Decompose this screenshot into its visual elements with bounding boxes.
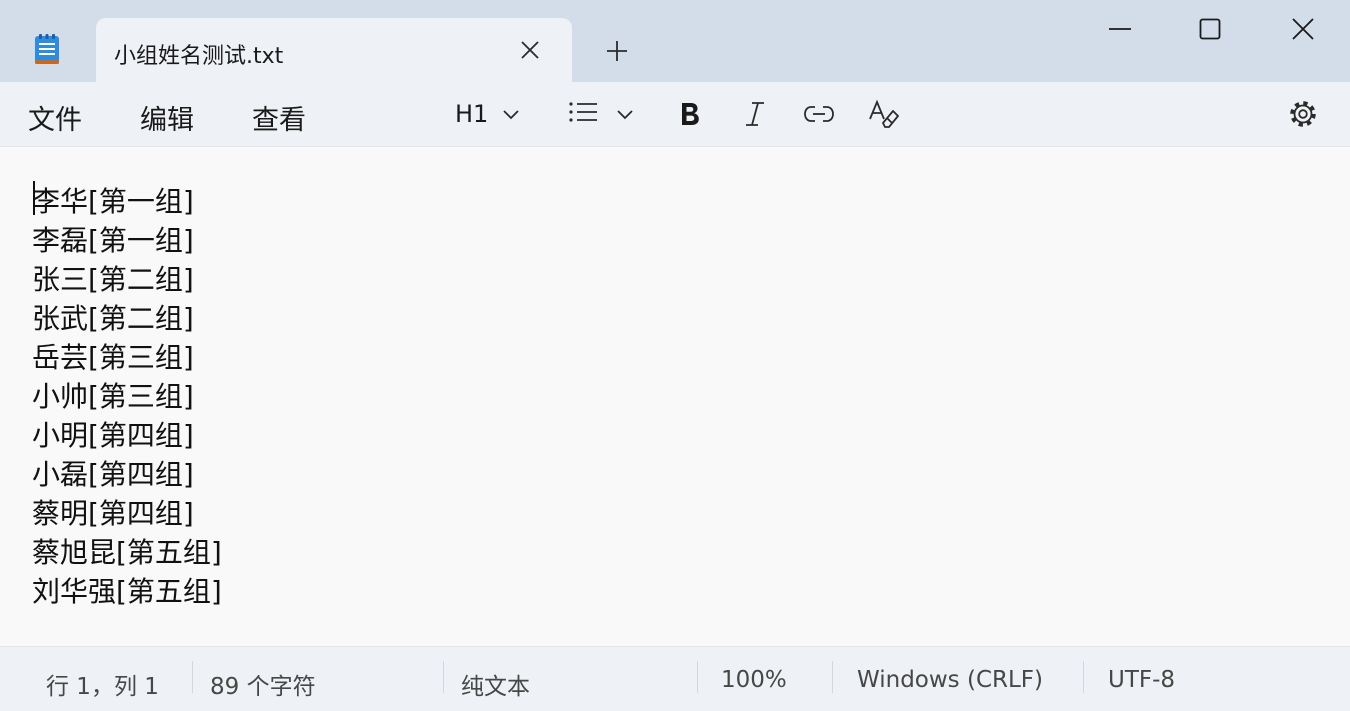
text-line: 蔡旭昆[第五组] bbox=[32, 536, 222, 569]
encoding[interactable]: UTF-8 bbox=[1108, 667, 1175, 693]
status-divider bbox=[192, 661, 193, 693]
menu-edit[interactable]: 编辑 bbox=[140, 98, 194, 137]
document-tab[interactable]: 小组姓名测试.txt bbox=[96, 18, 572, 82]
text-line: 岳芸[第三组] bbox=[32, 341, 194, 374]
bold-icon[interactable] bbox=[678, 96, 702, 132]
status-divider bbox=[832, 661, 833, 693]
document-content[interactable]: 李华[第一组] 李磊[第一组] 张三[第二组] 张武[第二组] 岳芸[第三组] … bbox=[32, 182, 222, 611]
text-line: 小磊[第四组] bbox=[32, 458, 194, 491]
clear-formatting-icon[interactable] bbox=[868, 96, 900, 132]
chevron-down-icon bbox=[616, 105, 634, 124]
menu-file[interactable]: 文件 bbox=[28, 98, 82, 137]
heading-label: H1 bbox=[455, 100, 489, 128]
zoom-level[interactable]: 100% bbox=[721, 667, 787, 693]
text-line: 李磊[第一组] bbox=[32, 224, 194, 257]
close-icon[interactable] bbox=[1283, 14, 1323, 44]
text-editor[interactable]: 李华[第一组] 李磊[第一组] 张三[第二组] 张武[第二组] 岳芸[第三组] … bbox=[0, 147, 1350, 645]
text-line: 张武[第二组] bbox=[32, 302, 194, 335]
italic-icon[interactable] bbox=[742, 96, 768, 132]
notepad-icon bbox=[34, 33, 60, 65]
tab-title: 小组姓名测试.txt bbox=[114, 44, 284, 69]
minimize-icon[interactable] bbox=[1100, 14, 1140, 44]
heading-dropdown[interactable]: H1 bbox=[455, 96, 520, 132]
file-format[interactable]: 纯文本 bbox=[461, 667, 530, 701]
text-line: 李华[第一组] bbox=[32, 185, 194, 218]
link-icon[interactable] bbox=[803, 96, 835, 132]
character-count: 89 个字符 bbox=[210, 674, 316, 700]
menu-view[interactable]: 查看 bbox=[252, 98, 306, 137]
status-divider bbox=[1083, 661, 1084, 693]
gear-icon[interactable] bbox=[1288, 96, 1318, 132]
chevron-down-icon bbox=[502, 105, 520, 124]
title-bar: 小组姓名测试.txt bbox=[0, 0, 1350, 82]
text-line: 小帅[第三组] bbox=[32, 380, 194, 413]
cursor-position: 行 1，列 1 bbox=[46, 674, 159, 700]
bulleted-list-icon bbox=[568, 100, 598, 128]
maximize-icon[interactable] bbox=[1190, 14, 1230, 44]
close-icon[interactable] bbox=[518, 38, 542, 62]
text-line: 小明[第四组] bbox=[32, 419, 194, 452]
text-line: 刘华强[第五组] bbox=[32, 575, 222, 608]
text-line: 张三[第二组] bbox=[32, 263, 194, 296]
status-bar: 行 1，列 1 89 个字符 纯文本 100% Windows (CRLF) U… bbox=[0, 646, 1350, 711]
status-divider bbox=[443, 661, 444, 693]
list-dropdown[interactable] bbox=[568, 96, 634, 132]
text-line: 蔡明[第四组] bbox=[32, 497, 194, 530]
line-ending[interactable]: Windows (CRLF) bbox=[857, 667, 1043, 693]
status-divider bbox=[697, 661, 698, 693]
menu-bar: 文件 编辑 查看 H1 bbox=[0, 82, 1350, 147]
plus-icon[interactable] bbox=[604, 38, 630, 64]
